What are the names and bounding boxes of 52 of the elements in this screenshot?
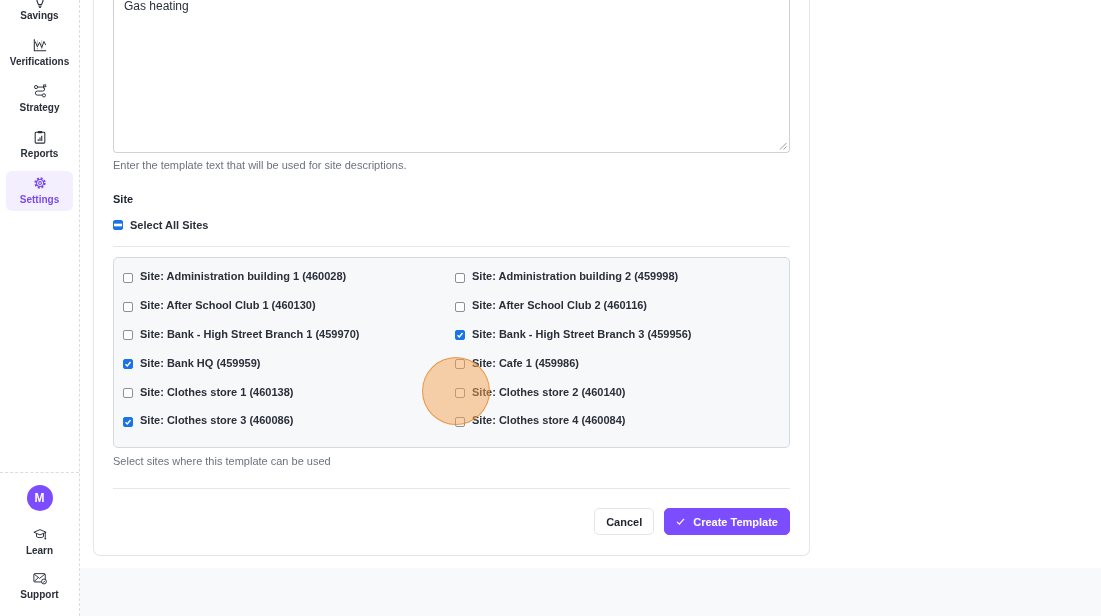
site-label[interactable]: Site: Administration building 1 (460028)	[140, 269, 347, 284]
helper-text: Enter the template text that will be used for site descriptions.	[113, 158, 408, 172]
route-icon	[32, 84, 47, 98]
select-all-label[interactable]: Select All Sites	[130, 218, 209, 232]
envelope-icon	[32, 571, 47, 585]
site-label[interactable]: Site: Cafe 1 (459986)	[472, 355, 579, 370]
resize-handle-icon[interactable]	[779, 142, 787, 150]
field-label: Site	[113, 192, 135, 206]
site-checkbox[interactable]	[123, 301, 133, 312]
site-checkbox[interactable]	[123, 272, 133, 283]
sidebar-nav-link[interactable]: Settings	[6, 171, 73, 211]
site-checkbox[interactable]	[455, 272, 465, 283]
sidebar-nav-link[interactable]: Savings	[6, 0, 73, 27]
sidebar-nav-link[interactable]: Strategy	[6, 79, 73, 119]
site-label[interactable]: Site: After School Club 1 (460130)	[140, 298, 316, 313]
line-chart-icon	[32, 38, 47, 52]
sidebar-nav-link[interactable]: Verifications	[6, 33, 73, 73]
site-checkbox[interactable]	[123, 359, 133, 370]
site-label[interactable]: Site: After School Club 2 (460116)	[472, 298, 648, 313]
site-label[interactable]: Site: Administration building 2 (459998)	[472, 269, 679, 284]
site-label[interactable]: Site: Clothes store 3 (460086)	[140, 413, 294, 428]
cancel-button[interactable]: Cancel	[594, 508, 655, 535]
site-label[interactable]: Site: Bank - High Street Branch 1 (459970)	[140, 327, 360, 341]
minus-icon	[114, 221, 122, 229]
settings-icon	[32, 176, 47, 190]
helper-text: Select sites where this template can be used	[113, 454, 332, 468]
create-template-button[interactable]: Create Template	[664, 508, 790, 535]
sidebar-nav-link[interactable]: Reports	[6, 125, 73, 165]
avatar[interactable]: M	[26, 485, 53, 511]
graduation-cap-icon	[32, 527, 47, 541]
clipboard-chart-icon	[32, 130, 47, 144]
site-label[interactable]: Site: Bank HQ (459959)	[140, 355, 261, 370]
check-icon	[456, 331, 464, 340]
site-label[interactable]: Site: Clothes store 4 (460084)	[472, 413, 626, 428]
site-label[interactable]: Site: Clothes store 1 (460138)	[140, 384, 294, 399]
check-icon	[124, 417, 132, 426]
check-icon	[676, 517, 686, 526]
site-label[interactable]: Site: Bank - High Street Branch 3 (459956)	[472, 327, 692, 341]
sidebar-nav-link[interactable]: Support	[6, 566, 73, 606]
sidebar-nav-link[interactable]: Learn	[6, 522, 73, 562]
select-all-checkbox[interactable]	[113, 220, 123, 230]
check-icon	[124, 360, 132, 369]
site-checkbox[interactable]	[123, 388, 133, 399]
site-checkbox[interactable]	[455, 359, 465, 370]
site-checkbox[interactable]	[455, 330, 465, 341]
site-checkbox[interactable]	[123, 330, 133, 341]
site-label[interactable]: Site: Clothes store 2 (460140)	[472, 384, 626, 399]
site-checkbox[interactable]	[455, 301, 465, 312]
template-text-field[interactable]: Gas heating	[113, 0, 790, 153]
site-checkbox[interactable]	[455, 388, 465, 399]
site-checkbox[interactable]	[455, 416, 465, 427]
site-checkbox[interactable]	[123, 416, 133, 427]
